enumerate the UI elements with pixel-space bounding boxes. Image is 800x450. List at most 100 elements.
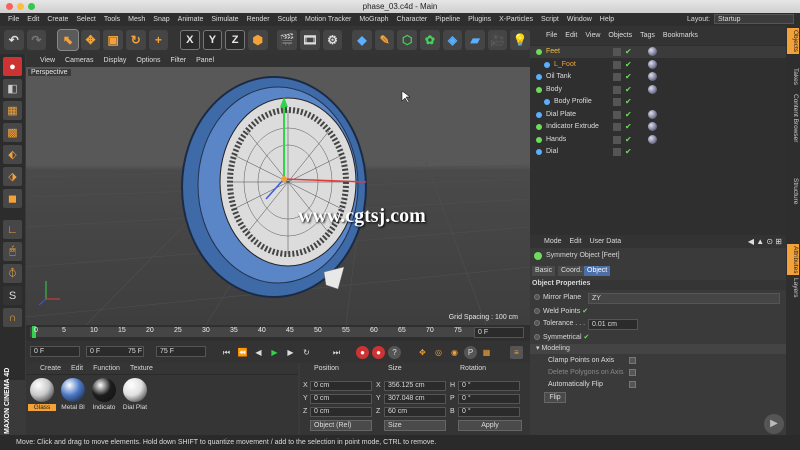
play-overlay-icon[interactable]: ▶ (764, 414, 784, 434)
material-menu-edit[interactable]: Edit (71, 365, 83, 372)
attribute-nav-icons[interactable]: ◀ ▲ ⊙ ⊞ (748, 237, 782, 246)
window-controls[interactable] (6, 3, 35, 10)
timeline-menu-icon[interactable]: ≡ (510, 346, 523, 359)
y-axis-lock-button[interactable]: Y (202, 30, 223, 50)
enable-check-icon[interactable]: ✔ (625, 121, 632, 133)
model-mode-icon[interactable]: ◧ (3, 79, 22, 98)
material-tag-icon[interactable] (648, 134, 657, 144)
render-view-icon[interactable]: 🎬 (277, 30, 298, 50)
texture-mode-icon[interactable]: ▦ (3, 101, 22, 120)
menu-item-sculpt[interactable]: Sculpt (274, 16, 301, 23)
coordinate-system-icon[interactable]: ⬢ (247, 30, 268, 50)
light-icon[interactable]: 💡 (510, 30, 531, 50)
close-window-button[interactable] (6, 3, 13, 10)
enable-check-icon[interactable]: ✔ (625, 46, 632, 58)
material-tag-icon[interactable] (648, 47, 657, 56)
menu-item-help[interactable]: Help (596, 16, 618, 23)
material-swatch[interactable]: Glass (28, 378, 56, 411)
right-tab-layers[interactable]: Layers (787, 276, 799, 300)
menu-item-file[interactable]: File (4, 16, 23, 23)
visibility-toggle[interactable] (613, 148, 621, 156)
visibility-toggle[interactable] (613, 73, 621, 81)
key-rotation-icon[interactable]: ◎ (432, 346, 445, 359)
magnet-icon[interactable]: ∩ (3, 308, 22, 327)
position-field[interactable]: 0 cm (310, 381, 372, 391)
render-picture-viewer-icon[interactable]: 🎞 (300, 30, 320, 50)
material-tag-icon[interactable] (648, 84, 657, 94)
enable-check-icon[interactable]: ✔ (625, 71, 632, 83)
object-row[interactable]: L_Foot ✔ (530, 59, 786, 71)
right-tab-takes[interactable]: Takes (787, 66, 799, 87)
go-to-end-icon[interactable]: ⏭ (330, 346, 343, 359)
weld-points-radio[interactable] (534, 308, 540, 315)
right-tab-objects[interactable]: Objects (787, 28, 799, 55)
maximize-window-button[interactable] (28, 3, 35, 10)
enable-check-icon[interactable]: ✔ (625, 134, 632, 146)
start-frame-field[interactable]: 0 F (30, 346, 80, 357)
snap-icon[interactable]: ⦽ (3, 264, 22, 283)
attribute-menu-user-data[interactable]: User Data (590, 238, 622, 245)
previous-frame-icon[interactable]: ◀ (252, 346, 265, 359)
go-to-start-icon[interactable]: ⏮ (220, 346, 233, 359)
enable-check-icon[interactable]: ✔ (625, 146, 632, 158)
symmetrical-radio[interactable] (534, 334, 540, 341)
menu-item-edit[interactable]: Edit (23, 16, 43, 23)
tweak-mode-icon[interactable]: 🖱 (3, 242, 22, 261)
size-field[interactable]: 307.048 cm (384, 394, 446, 404)
right-tab-structure[interactable]: Structure (787, 176, 799, 206)
pen-icon[interactable]: ✎ (374, 30, 395, 50)
menu-item-animate[interactable]: Animate (174, 16, 208, 23)
viewport-menu-filter[interactable]: Filter (171, 57, 187, 64)
keyframe-selection-icon[interactable]: ? (388, 346, 401, 359)
material-swatch[interactable]: Metal Bl (59, 378, 87, 411)
menu-item-render[interactable]: Render (243, 16, 274, 23)
apply-button[interactable]: Apply (458, 420, 522, 431)
layout-select[interactable]: Startup (714, 14, 794, 24)
camera-icon[interactable]: 🎥 (487, 30, 508, 50)
minimize-window-button[interactable] (17, 3, 24, 10)
rotate-icon[interactable]: ↻ (125, 30, 146, 50)
add-object-icon[interactable]: + (148, 30, 169, 50)
menu-item-create[interactable]: Create (43, 16, 72, 23)
scene-floor-icon[interactable]: ▰ (465, 30, 485, 50)
object-menu-file[interactable]: File (546, 32, 557, 39)
cube-icon[interactable]: ◆ (352, 30, 372, 50)
menu-item-motion-tracker[interactable]: Motion Tracker (301, 16, 355, 23)
menu-item-pipeline[interactable]: Pipeline (431, 16, 464, 23)
dial-object[interactable] (181, 76, 367, 298)
size-field[interactable]: 356.125 cm (384, 381, 446, 391)
edges-mode-icon[interactable]: ⬗ (3, 167, 22, 186)
modeling-group[interactable]: ▾ Modeling (530, 344, 786, 354)
previous-key-icon[interactable]: ⏪ (236, 346, 249, 359)
object-row[interactable]: Dial ✔ (530, 146, 786, 158)
tab-basic[interactable]: Basic (532, 266, 556, 276)
make-editable-icon[interactable]: ● (3, 57, 22, 76)
viewport-menu-cameras[interactable]: Cameras (65, 57, 93, 64)
object-row[interactable]: Oil Tank ✔ (530, 71, 786, 83)
visibility-toggle[interactable] (613, 110, 621, 119)
play-icon[interactable]: ▶ (268, 346, 281, 359)
workplane-icon[interactable]: ▩ (3, 123, 22, 142)
mograph-cloner-icon[interactable]: ✿ (420, 30, 440, 50)
flip-button[interactable]: Flip (544, 392, 566, 403)
delete-checkbox[interactable] (629, 369, 636, 376)
enable-check-icon[interactable]: ✔ (625, 59, 632, 71)
material-tag-icon[interactable] (648, 109, 657, 119)
menu-item-simulate[interactable]: Simulate (207, 16, 242, 23)
rotation-field[interactable]: 0 ° (458, 381, 520, 391)
menu-item-script[interactable]: Script (537, 16, 563, 23)
material-menu-create[interactable]: Create (40, 365, 61, 372)
object-menu-tags[interactable]: Tags (640, 32, 655, 39)
object-row[interactable]: Hands ✔ (530, 134, 786, 146)
redo-icon[interactable]: ↷ (26, 30, 47, 50)
visibility-toggle[interactable] (613, 98, 621, 106)
material-menu-function[interactable]: Function (93, 365, 120, 372)
record-icon[interactable]: ● (356, 346, 369, 359)
tolerance-radio[interactable] (534, 320, 540, 327)
key-position-icon[interactable]: ✥ (416, 346, 429, 359)
attribute-menu-edit[interactable]: Edit (570, 238, 582, 245)
tolerance-field[interactable]: 0.01 cm (588, 319, 638, 330)
rotation-field[interactable]: 0 ° (458, 407, 520, 417)
object-menu-edit[interactable]: Edit (565, 32, 577, 39)
menu-item-select[interactable]: Select (72, 16, 99, 23)
